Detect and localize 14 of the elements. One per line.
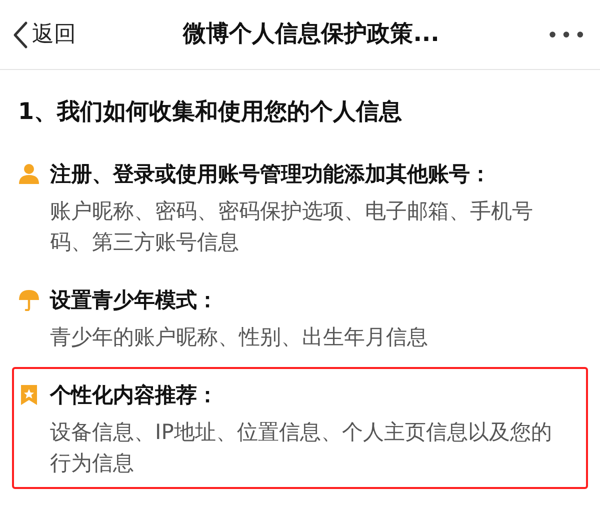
section-heading: 1、我们如何收集和使用您的个人信息 (18, 98, 404, 127)
item-title: 个性化内容推荐： (50, 382, 218, 409)
item-description: 账户昵称、密码、密码保护选项、电子邮箱、手机号码、第三方账号信息 (50, 198, 534, 256)
person-icon (18, 163, 40, 185)
item-description: 设备信息、IP地址、位置信息、个人主页信息以及您的行为信息 (50, 419, 553, 477)
back-icon (12, 20, 28, 48)
page-title: 微博个人信息保护政策... (183, 20, 440, 50)
back-button[interactable]: 返回 (12, 18, 76, 51)
umbrella-icon (18, 289, 40, 311)
bookmark-icon (18, 384, 40, 406)
more-button[interactable]: ••• (546, 20, 588, 50)
item-description: 青少年的账户昵称、性别、出生年月信息 (50, 324, 429, 351)
item-title: 注册、登录或使用账号管理功能添加其他账号： (50, 161, 491, 188)
item-title: 设置青少年模式： (50, 287, 218, 314)
